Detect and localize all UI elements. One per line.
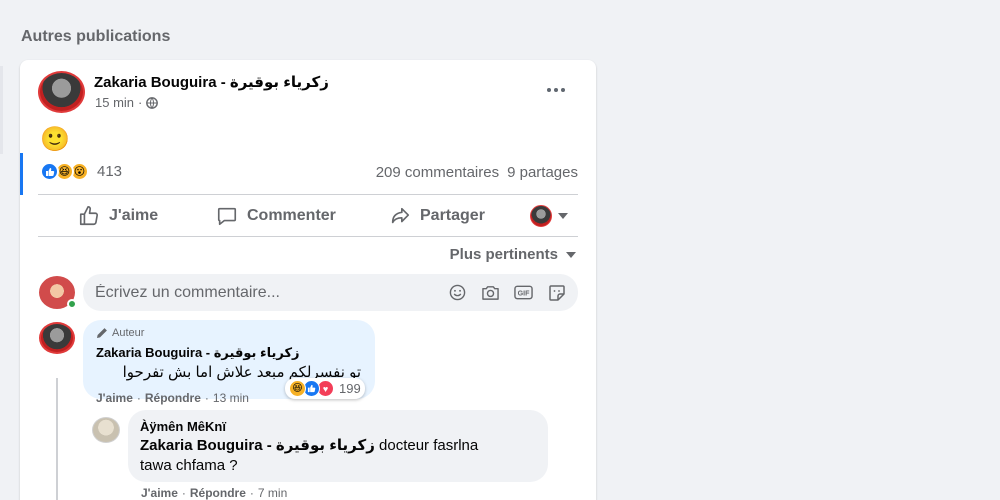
like-button[interactable]: J'aime xyxy=(78,202,158,230)
share-button[interactable]: Partager xyxy=(389,202,485,230)
more-options-button[interactable] xyxy=(544,78,568,102)
chevron-down-icon xyxy=(558,213,568,219)
share-label: Partager xyxy=(420,207,485,224)
comment-author-name[interactable]: Zakaria Bouguira - زكرياء بوقيرة xyxy=(96,345,300,361)
separator: · xyxy=(181,486,186,500)
post-time[interactable]: 15 min xyxy=(95,95,134,110)
chevron-down-icon xyxy=(566,251,576,258)
comment-like-link[interactable]: J'aime xyxy=(96,391,133,405)
emoji-icon[interactable] xyxy=(448,283,467,302)
author-badge-label: Auteur xyxy=(112,327,145,339)
divider-top xyxy=(38,194,578,195)
author-badge: Auteur xyxy=(96,327,144,339)
sticker-icon[interactable] xyxy=(547,283,566,302)
separator: · xyxy=(204,391,209,405)
reply-author-name[interactable]: Àÿmên MêKnï xyxy=(140,419,226,434)
separator: · xyxy=(136,391,141,405)
author-avatar[interactable] xyxy=(38,71,85,113)
meta-separator: · xyxy=(138,95,143,110)
commenter-avatar[interactable] xyxy=(39,322,75,354)
left-edge-divider xyxy=(0,66,3,154)
like-reaction-icon xyxy=(40,162,59,181)
pencil-icon xyxy=(97,328,107,338)
post-card: Zakaria Bouguira - زكرياء بوقيرة 15 min … xyxy=(20,60,596,500)
globe-icon xyxy=(146,96,159,109)
reply-text: docteur fasrlna xyxy=(379,437,479,454)
comment-reply-link[interactable]: Répondre xyxy=(145,391,201,405)
comment-composer[interactable]: GIF xyxy=(83,274,578,311)
reply-like-link[interactable]: J'aime xyxy=(141,486,178,500)
gif-icon[interactable]: GIF xyxy=(514,283,533,302)
reply-mention[interactable]: Zakaria Bouguira - زكرياء بوقيرة xyxy=(140,437,375,454)
shares-count[interactable]: 9 partages xyxy=(507,164,578,181)
comment-input[interactable] xyxy=(95,274,435,311)
comment-reactions-count: 199 xyxy=(339,381,361,396)
focus-indicator xyxy=(20,153,23,195)
reply-actions: J'aime · Répondre · 7 min xyxy=(141,486,287,500)
like-label: J'aime xyxy=(109,207,159,224)
post-as-selector[interactable] xyxy=(530,205,568,227)
comment-label: Commenter xyxy=(247,207,336,224)
comment-icon xyxy=(217,207,237,226)
svg-text:GIF: GIF xyxy=(518,290,531,298)
reply-text-line2: tawa chfama ? xyxy=(140,457,238,474)
post-counts: 209 commentaires 9 partages xyxy=(376,164,578,181)
comments-count[interactable]: 209 commentaires xyxy=(376,164,499,181)
reactions-count[interactable]: 413 xyxy=(97,163,122,180)
reply-time[interactable]: 7 min xyxy=(258,486,287,500)
post-author-name[interactable]: Zakaria Bouguira - زكرياء بوقيرة xyxy=(94,73,329,91)
reply-text-line1: Zakaria Bouguira - زكرياء بوقيرة docteur… xyxy=(140,436,478,454)
composer-tools: GIF xyxy=(448,283,566,302)
comment-time[interactable]: 13 min xyxy=(213,391,249,405)
reaction-summary[interactable]: 😆 😮 413 xyxy=(40,162,122,181)
reply-thread-line xyxy=(56,378,58,500)
comment-reactions[interactable]: 😆 ♥ 199 xyxy=(285,378,365,399)
reply-bubble: Àÿmên MêKnï Zakaria Bouguira - زكرياء بو… xyxy=(128,410,548,482)
haha-reaction-icon: 😆 xyxy=(289,380,306,397)
selector-avatar xyxy=(530,205,552,227)
post-meta: 15 min · xyxy=(95,95,159,110)
comment-sort-dropdown[interactable]: Plus pertinents xyxy=(450,246,576,263)
post-emoji: 🙂 xyxy=(40,126,70,153)
divider-bottom xyxy=(38,236,578,237)
sort-label: Plus pertinents xyxy=(449,246,558,263)
thumbs-up-icon xyxy=(79,206,99,226)
share-arrow-icon xyxy=(391,207,410,224)
section-title: Autres publications xyxy=(21,28,171,45)
reply-reply-link[interactable]: Répondre xyxy=(190,486,246,500)
online-status-indicator xyxy=(67,299,77,309)
comment-actions: J'aime · Répondre · 13 min xyxy=(96,391,249,405)
separator: · xyxy=(249,486,254,500)
reply-avatar[interactable] xyxy=(92,417,120,443)
camera-icon[interactable] xyxy=(481,283,500,302)
comment-button[interactable]: Commenter xyxy=(216,202,336,230)
